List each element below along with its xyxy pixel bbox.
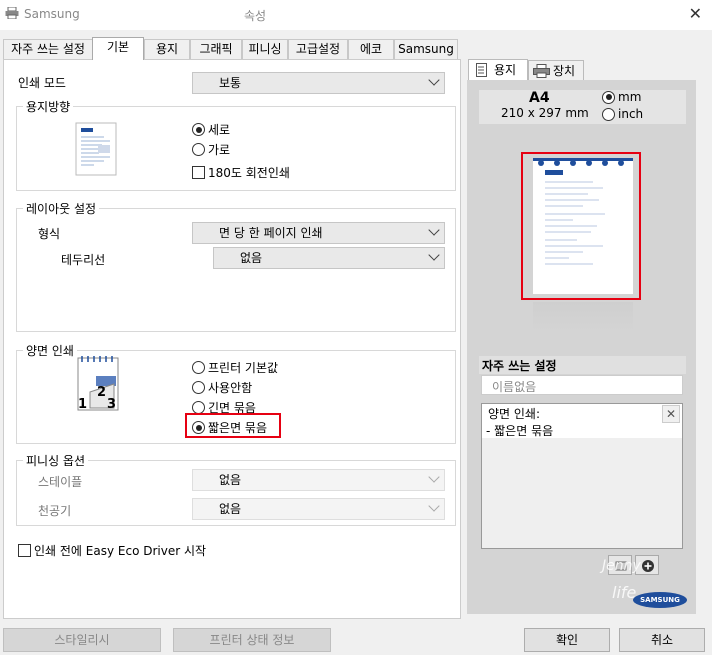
print-mode-value: 보통 xyxy=(219,76,242,90)
tab-paper[interactable]: 용지 xyxy=(144,39,190,59)
window-app-name: Samsung xyxy=(24,7,80,21)
print-mode-label: 인쇄 모드 xyxy=(18,76,66,90)
landscape-label: 가로 xyxy=(208,143,231,157)
tab-graphic[interactable]: 그래픽 xyxy=(190,39,242,59)
unit-inch-label: inch xyxy=(618,107,644,121)
printer-icon xyxy=(533,64,550,78)
tab-samsung[interactable]: Samsung xyxy=(394,39,458,59)
border-value: 없음 xyxy=(240,251,263,265)
unit-mm-label: mm xyxy=(618,90,642,104)
duplex-title: 양면 인쇄 xyxy=(23,342,77,359)
favorites-summary-value: - 짧은면 묶음 xyxy=(486,424,554,438)
duplex-printer-default-radio[interactable]: 프린터 기본값 xyxy=(192,359,278,376)
printer-status-button[interactable]: 프린터 상태 정보 xyxy=(173,628,331,652)
chevron-down-icon xyxy=(428,249,440,261)
checkbox-icon xyxy=(18,544,31,557)
layout-title: 레이아웃 설정 xyxy=(23,200,100,217)
add-icon xyxy=(642,560,654,572)
radio-selected-icon xyxy=(192,123,205,136)
duplex-option-label: 사용안함 xyxy=(208,381,253,395)
checkbox-icon xyxy=(192,166,205,179)
unit-inch-radio[interactable]: inch xyxy=(602,107,643,121)
rotate-180-checkbox[interactable]: 180도 회전인쇄 xyxy=(192,164,290,181)
preview-tab-device-label: 장치 xyxy=(553,64,576,78)
border-label: 테두리선 xyxy=(61,253,106,267)
tab-basic[interactable]: 기본 xyxy=(92,37,144,60)
portrait-page-icon xyxy=(75,122,117,176)
preview-panel: A4 210 x 297 mm mm inch 자주 쓰는 설정 이름없음 양면… xyxy=(467,80,696,614)
easy-eco-label: 인쇄 전에 Easy Eco Driver 시작 xyxy=(34,544,207,558)
favorites-summary-title: 양면 인쇄: xyxy=(488,407,541,421)
punch-label: 천공기 xyxy=(38,504,72,518)
staple-select[interactable]: 없음 xyxy=(192,469,445,491)
layout-type-value: 면 당 한 페이지 인쇄 xyxy=(219,226,323,240)
duplex-none-radio[interactable]: 사용안함 xyxy=(192,379,252,396)
orientation-portrait-radio[interactable]: 세로 xyxy=(192,121,230,138)
radio-selected-icon xyxy=(602,90,615,104)
duplex-page-1: 1 xyxy=(78,397,88,412)
cancel-button[interactable]: 취소 xyxy=(619,628,705,652)
chevron-down-icon xyxy=(428,224,440,236)
tab-advanced[interactable]: 고급설정 xyxy=(288,39,348,59)
paper-size: 210 x 297 mm xyxy=(501,106,589,120)
radio-icon xyxy=(192,361,205,374)
favorites-summary-box: 양면 인쇄: - 짧은면 묶음 ✕ xyxy=(481,403,683,549)
layout-type-label: 형식 xyxy=(38,227,61,241)
layout-type-select[interactable]: 면 당 한 페이지 인쇄 xyxy=(192,222,445,244)
radio-icon xyxy=(192,381,205,394)
radio-icon xyxy=(602,107,615,121)
chevron-down-icon xyxy=(428,500,440,512)
orientation-landscape-radio[interactable]: 가로 xyxy=(192,141,230,158)
rotate-180-label: 180도 회전인쇄 xyxy=(208,166,290,180)
portrait-label: 세로 xyxy=(208,123,231,137)
page-shadow xyxy=(533,302,633,332)
tab-finishing[interactable]: 피니싱 xyxy=(242,39,288,59)
radio-icon xyxy=(192,143,205,156)
favorites-name-field[interactable]: 이름없음 xyxy=(481,375,683,395)
easy-eco-checkbox[interactable]: 인쇄 전에 Easy Eco Driver 시작 xyxy=(18,542,206,559)
orientation-title: 용지방향 xyxy=(23,98,74,115)
punch-value: 없음 xyxy=(219,502,242,516)
highlight-box-short-edge xyxy=(185,413,281,438)
duplex-option-label: 프린터 기본값 xyxy=(208,361,279,375)
document-icon xyxy=(476,63,487,77)
unit-mm-radio[interactable]: mm xyxy=(602,90,641,104)
preview-tab-paper-label: 용지 xyxy=(494,63,517,77)
printer-icon xyxy=(5,7,19,19)
preview-tab-paper[interactable]: 용지 xyxy=(468,59,528,81)
duplex-page-2: 2 xyxy=(97,385,107,400)
favorites-title: 자주 쓰는 설정 xyxy=(482,359,557,373)
close-button[interactable]: ✕ xyxy=(689,4,702,23)
basic-settings-panel: 인쇄 모드 보통 용지방향 세로 가로 180도 회전인쇄 레이아웃 설정 형식… xyxy=(3,59,461,619)
finishing-title: 피니싱 옵션 xyxy=(23,452,89,469)
print-mode-select[interactable]: 보통 xyxy=(192,72,445,94)
preview-tab-device[interactable]: 장치 xyxy=(528,60,584,80)
chevron-down-icon xyxy=(428,471,440,483)
watermark-text-1: Jenny xyxy=(602,558,641,574)
paper-name: A4 xyxy=(529,90,550,106)
ok-button[interactable]: 확인 xyxy=(524,628,610,652)
border-select[interactable]: 없음 xyxy=(213,247,445,269)
duplex-page-3: 3 xyxy=(107,397,117,412)
tab-favorites[interactable]: 자주 쓰는 설정 xyxy=(3,39,93,59)
staple-label: 스테이플 xyxy=(38,475,83,489)
remove-favorite-button[interactable]: ✕ xyxy=(662,405,680,423)
tab-eco[interactable]: 에코 xyxy=(348,39,394,59)
punch-select[interactable]: 없음 xyxy=(192,498,445,520)
highlight-box-page-preview xyxy=(521,152,641,300)
samsung-logo: SAMSUNG xyxy=(633,592,687,608)
chevron-down-icon xyxy=(428,74,440,86)
staple-value: 없음 xyxy=(219,473,242,487)
favorites-name-placeholder: 이름없음 xyxy=(492,380,537,394)
close-icon: ✕ xyxy=(665,407,677,421)
window-title: 속성 xyxy=(244,9,267,23)
stylish-button[interactable]: 스타일리시 xyxy=(3,628,161,652)
title-bar: Samsung 속성 ✕ xyxy=(0,0,712,30)
